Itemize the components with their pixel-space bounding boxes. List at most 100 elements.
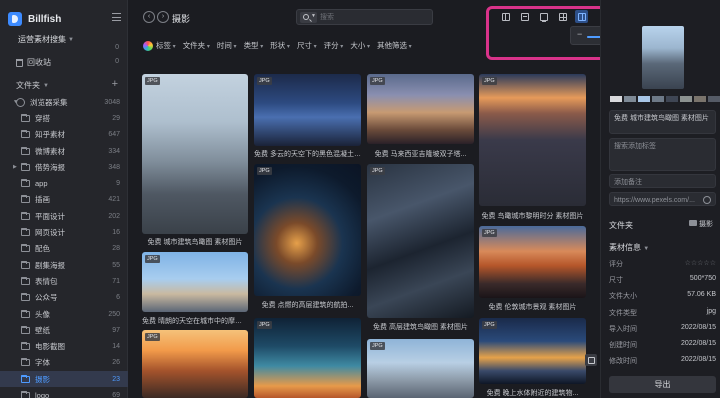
folders-header[interactable]: 文件夹 ▼	[16, 80, 49, 91]
name-field[interactable]: 免费 城市建筑鸟瞰图 素材图片	[609, 110, 716, 134]
image-caption: 免费 晴朗的天空在城市中的摩天大...	[142, 318, 248, 325]
sidebar-folder-item[interactable]: 电影截图 14	[0, 338, 128, 354]
sidebar-folder-item[interactable]: 网页设计 16	[0, 224, 128, 240]
link-icon[interactable]	[703, 196, 711, 204]
color-swatch[interactable]	[708, 96, 720, 102]
sidebar-folder-item[interactable]: 平面设计 202	[0, 208, 128, 224]
info-section-header[interactable]: 素材信息 ▼	[609, 242, 649, 253]
search-box[interactable]: ▼	[296, 9, 433, 25]
color-swatch[interactable]	[624, 96, 636, 102]
folder-icon	[21, 146, 30, 155]
sidebar-folder-item[interactable]: 配色 28	[0, 241, 128, 257]
image-preview[interactable]	[642, 26, 684, 89]
filter-dropdown[interactable]: 评分	[324, 40, 344, 51]
info-row: 文件类型 jpg	[609, 308, 716, 318]
filter-dropdown[interactable]: 文件夹	[183, 40, 210, 51]
color-swatch[interactable]	[680, 96, 692, 102]
billfish-logo-icon	[8, 12, 22, 26]
image-card[interactable]: JPG	[479, 74, 586, 206]
folder-icon	[21, 309, 30, 318]
scroll-to-top-button[interactable]	[585, 354, 597, 366]
menu-icon[interactable]	[112, 13, 121, 21]
filter-dropdown[interactable]: 类型	[244, 40, 264, 51]
color-swatch[interactable]	[694, 96, 706, 102]
color-swatches	[610, 96, 720, 102]
filter-dropdown[interactable]: 尺寸	[297, 40, 317, 51]
sidebar-folder-item[interactable]: 微博素材 334	[0, 143, 128, 159]
filter-dropdown[interactable]: 大小	[350, 40, 370, 51]
add-folder-icon[interactable]: +	[112, 79, 118, 90]
filter-dropdown[interactable]: 形状	[270, 40, 290, 51]
filter-bar: 标签文件夹时间类型形状尺寸评分大小其他筛选	[143, 40, 412, 51]
folder-value[interactable]: 摄影	[699, 219, 713, 229]
folder-count: 9	[116, 180, 120, 188]
image-card[interactable]: JPG	[254, 164, 361, 296]
tag-field[interactable]: 搜索添加标签	[609, 138, 716, 171]
sidebar-folder-item[interactable]: 表情包 71	[0, 273, 128, 289]
back-button[interactable]: ‹	[143, 11, 155, 23]
sort-button[interactable]	[518, 10, 531, 23]
info-value: 2022/08/15	[680, 323, 716, 331]
color-filter-icon[interactable]	[143, 40, 153, 51]
sidebar-folder-item[interactable]: 剧集海报 55	[0, 257, 128, 273]
info-row: 导入时间 2022/08/15	[609, 324, 716, 334]
sidebar-folder-item[interactable]: ▶ 借势海报 348	[0, 159, 128, 175]
sidebar-folder-item[interactable]: 穿搭 29	[0, 110, 128, 126]
format-badge: JPG	[257, 77, 272, 85]
filter-dropdown[interactable]: 标签	[156, 40, 176, 51]
image-card[interactable]: JPG	[142, 330, 248, 398]
color-swatch[interactable]	[666, 96, 678, 102]
image-card[interactable]: JPG	[142, 252, 248, 312]
info-row: 尺寸 500*750	[609, 275, 716, 285]
folder-count: 6	[116, 294, 120, 302]
sidebar-folder-item[interactable]: 摄影 23	[0, 371, 128, 388]
image-card[interactable]: JPG	[479, 318, 586, 384]
sidebar-folder-item[interactable]: 公众号 6	[0, 290, 128, 306]
sidebar-folder-item[interactable]: 头像 250	[0, 306, 128, 322]
search-input[interactable]	[320, 12, 428, 23]
sidebar-folder-item[interactable]: 知乎素材 647	[0, 127, 128, 143]
color-swatch[interactable]	[610, 96, 622, 102]
folder-icon	[21, 162, 30, 171]
chevron-right-icon[interactable]: ▶	[13, 164, 17, 170]
url-field[interactable]: https://www.pexels.com/...	[609, 192, 716, 206]
sidebar-toggle-button[interactable]	[499, 10, 512, 23]
sidebar-folder-item[interactable]: logo 69	[0, 387, 128, 398]
format-badge: JPG	[482, 77, 497, 85]
color-swatch[interactable]	[638, 96, 650, 102]
note-field[interactable]: 添加备注	[609, 174, 716, 188]
sidebar-folder-item[interactable]: app 9	[0, 175, 128, 191]
filter-dropdown[interactable]: 时间	[217, 40, 237, 51]
image-card[interactable]: JPG	[254, 318, 361, 398]
trash-icon	[16, 58, 23, 67]
sidebar-folder-item[interactable]: ▼ 浏览器采集 3048	[0, 94, 128, 110]
waterfall-icon	[577, 12, 586, 21]
image-caption: 免费 多云的天空下的黑色混凝土建...	[254, 151, 361, 158]
folder-icon	[21, 244, 30, 253]
sidebar-item-recycle[interactable]: 回收站	[16, 57, 51, 68]
library-switcher[interactable]: 运营素材搜集 ▼	[18, 34, 74, 45]
image-card[interactable]: JPG	[254, 74, 361, 146]
search-scope-dropdown[interactable]: ▼	[300, 12, 317, 23]
preview-mode-button[interactable]	[537, 10, 550, 23]
sidebar-folder-item[interactable]: 插画 421	[0, 192, 128, 208]
sidebar-folder-item[interactable]: 壁纸 97	[0, 322, 128, 338]
color-swatch[interactable]	[652, 96, 664, 102]
rating-stars[interactable]: ☆☆☆☆☆	[685, 259, 716, 267]
export-button[interactable]: 导出	[609, 376, 716, 393]
image-card[interactable]: JPG	[367, 339, 474, 398]
waterfall-view-button[interactable]	[575, 10, 588, 23]
folder-name: 网页设计	[35, 228, 65, 238]
grid-view-button[interactable]	[556, 10, 569, 23]
format-badge: JPG	[257, 321, 272, 329]
sidebar-folder-item[interactable]: 字体 26	[0, 355, 128, 371]
image-card[interactable]: JPG	[479, 226, 586, 298]
globe-icon	[16, 97, 25, 107]
zoom-out-button[interactable]: −	[577, 29, 582, 39]
filter-dropdown[interactable]: 其他筛选	[377, 40, 412, 51]
forward-button[interactable]: ›	[157, 11, 169, 23]
image-card[interactable]: JPG	[367, 164, 474, 318]
info-key: 尺寸	[609, 277, 623, 285]
image-card[interactable]: JPG	[367, 74, 474, 144]
image-card[interactable]: JPG	[142, 74, 248, 234]
